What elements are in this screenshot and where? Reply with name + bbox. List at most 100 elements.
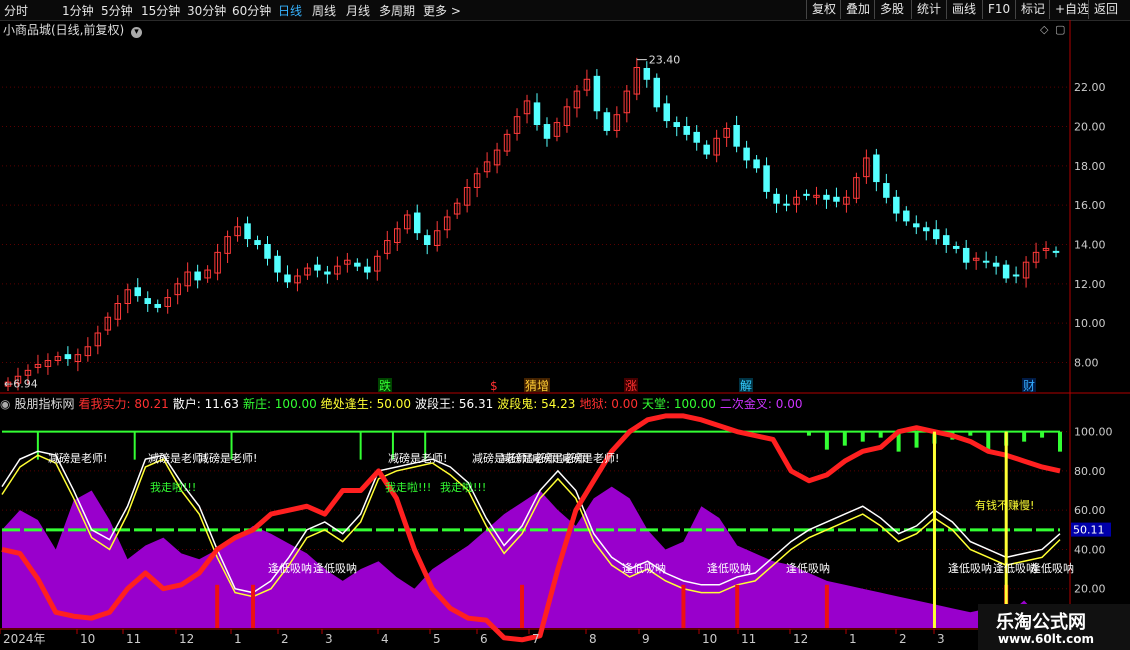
x-label-10: 7 [532, 632, 540, 646]
indicator-layer: 减磅是老师! 减磅是老师!减磅是老师! 减磅是老师! 减磅是老师!减磅是老师!减磅是老… [1, 413, 1074, 643]
candle-body-75 [753, 159, 760, 169]
candle-body-54 [543, 124, 551, 139]
candle-body-68 [683, 126, 690, 135]
high-label: 23.40 [649, 54, 681, 67]
indicator-value-1: 散户: 11.63 [172, 397, 239, 411]
candle-body-13 [134, 287, 141, 297]
money-text: 有钱不赚慢! [975, 498, 1034, 512]
x-label-5: 2 [281, 632, 289, 646]
indicator-menu-icon[interactable]: ◉ [0, 397, 10, 411]
candle-body-65 [653, 77, 661, 108]
ind-y-tick-1: 40.00 [1074, 543, 1106, 556]
teacher-text-0: 减磅是老师! [48, 451, 107, 465]
x-label-1: 10 [80, 632, 95, 646]
indicator-value-8: 二次金叉: 0.00 [719, 397, 803, 411]
x-label-11: 8 [589, 632, 597, 646]
candle-body-88 [883, 183, 890, 198]
x-label-14: 11 [741, 632, 756, 646]
candle-body-78 [783, 203, 790, 206]
main-y-tick-7: 22.00 [1074, 81, 1106, 94]
candle-body-27 [274, 255, 281, 273]
x-label-9: 6 [480, 632, 488, 646]
candle-body-69 [693, 131, 700, 143]
indicator-value-2: 新庄: 100.00 [242, 397, 317, 411]
current-value-label: 50.11 [1073, 524, 1105, 537]
indicator-value-7: 天堂: 100.00 [642, 397, 716, 411]
candle-body-25 [254, 240, 261, 245]
candle-body-80 [803, 193, 810, 196]
red-bar-2 [520, 584, 525, 628]
candle-body-96 [962, 247, 970, 263]
signal-label-4: 解 [740, 379, 752, 393]
indicator-value-3: 绝处逢生: 50.00 [320, 397, 412, 411]
main-y-tick-5: 18.00 [1074, 160, 1106, 173]
ind-y-tick-0: 20.00 [1074, 583, 1106, 596]
red-bar-1 [251, 584, 256, 628]
teacher-text-3: 减磅是老师! [388, 451, 447, 465]
main-y-tick-0: 8.00 [1074, 357, 1099, 370]
buylow-text-3: 逢低吸呐 [707, 562, 751, 575]
candle-body-74 [743, 147, 750, 161]
candle-body-73 [733, 125, 740, 147]
x-label-0: 2024年 [3, 632, 46, 646]
candle-body-53 [533, 102, 541, 126]
signal-label-3: 涨 [625, 378, 637, 393]
ind-y-tick-4: 100.00 [1074, 426, 1113, 439]
watermark: 乐淘公式网 www.60lt.com [978, 604, 1130, 650]
candle-body-83 [833, 196, 840, 202]
run-text-0: 我走啦!!! [150, 480, 196, 494]
candle-body-28 [284, 274, 291, 283]
candle-body-76 [763, 165, 770, 192]
red-bar-4 [735, 584, 740, 628]
candle-body-24 [244, 223, 251, 240]
candle-body-82 [823, 194, 830, 200]
candle-body-91 [913, 223, 920, 228]
candle-body-42 [423, 235, 431, 245]
candle-body-36 [364, 266, 371, 273]
candle-body-67 [673, 122, 680, 127]
teacher-text-2: 减磅是老师! [198, 451, 257, 465]
red-bar-5 [824, 584, 829, 628]
candles-layer: 23.40 ←6.94 跌 $ 猜增 涨 解 财 [4, 54, 1060, 393]
candle-body-99 [992, 262, 1000, 267]
x-label-15: 12 [793, 632, 808, 646]
signal-label-2: 猜增 [525, 379, 549, 393]
run-text-2: 我走啦!!! [440, 480, 486, 494]
indicator-value-0: 看我实力: 80.21 [78, 397, 169, 411]
candle-body-77 [773, 193, 780, 204]
candle-body-26 [264, 244, 271, 259]
candle-body-60 [603, 112, 611, 131]
watermark-url: www.60lt.com [998, 632, 1095, 646]
candle-body-98 [982, 260, 990, 263]
buylow-text-1: 逢低吸呐 [313, 562, 357, 575]
candle-body-95 [952, 245, 960, 249]
main-y-tick-4: 16.00 [1074, 199, 1106, 212]
candle-body-94 [942, 235, 950, 245]
signal-label-5: 财 [1023, 379, 1035, 393]
candle-body-35 [354, 262, 361, 267]
indicator-value-4: 波段王: 56.31 [415, 397, 494, 411]
candle-body-14 [144, 298, 151, 305]
buylow-text-0: 逢低吸呐 [268, 562, 312, 575]
x-label-17: 2 [899, 632, 907, 646]
candle-body-89 [893, 196, 900, 214]
x-label-8: 5 [433, 632, 441, 646]
signal-label-1: $ [490, 379, 498, 393]
x-label-7: 4 [381, 632, 389, 646]
x-label-4: 1 [234, 632, 242, 646]
panel-toggle-icon: ▢ [1055, 23, 1065, 36]
candle-body-15 [154, 303, 161, 308]
x-label-18: 3 [937, 632, 945, 646]
candle-body-101 [1012, 274, 1020, 277]
candle-body-6 [64, 354, 72, 360]
candle-body-59 [593, 75, 601, 112]
candle-body-70 [703, 144, 710, 155]
candle-body-19 [194, 271, 201, 281]
candle-body-31 [314, 264, 321, 271]
buylow-text-4: 逢低吸呐 [786, 562, 830, 575]
x-label-2: 11 [126, 632, 141, 646]
ind-y-tick-2: 60.00 [1074, 504, 1106, 517]
buylow-text-7: 逢低吸呐 [1030, 562, 1074, 575]
candle-body-66 [663, 103, 670, 122]
candle-body-100 [1002, 264, 1010, 279]
